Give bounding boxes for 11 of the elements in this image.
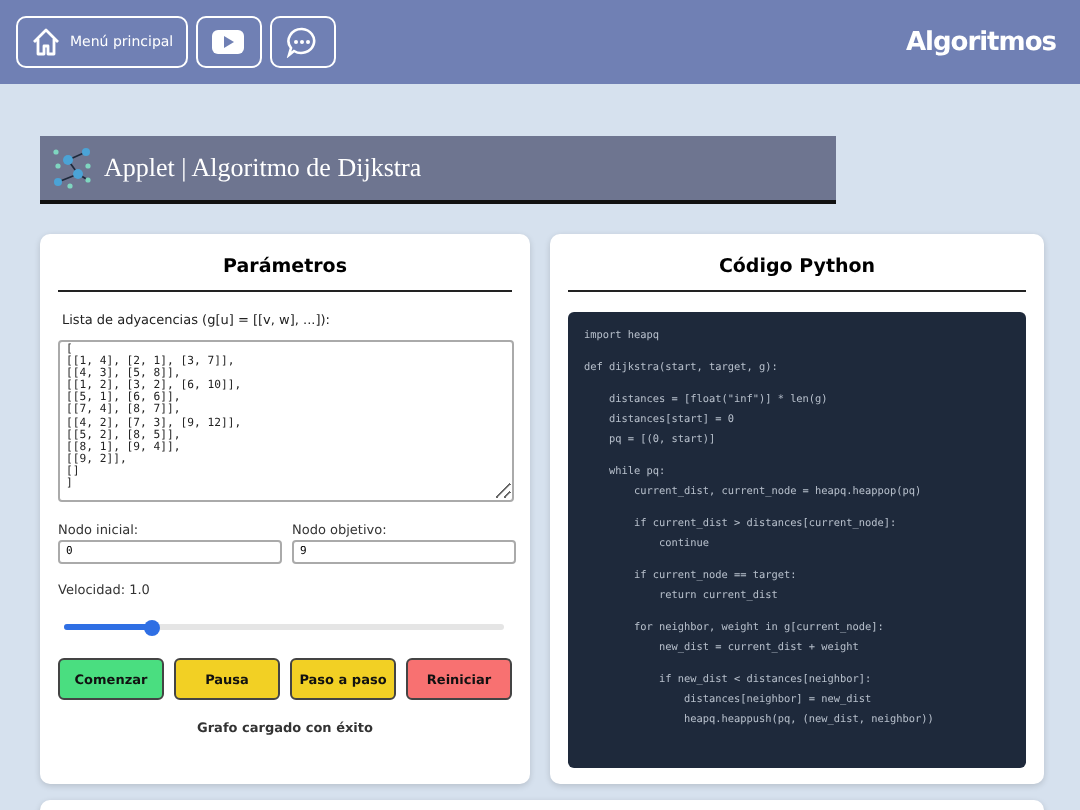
slider-thumb[interactable] <box>144 619 160 635</box>
play-icon <box>212 30 245 54</box>
chat-icon <box>286 26 319 58</box>
logo[interactable]: Algoritmos <box>905 27 1056 57</box>
home-icon <box>30 26 62 58</box>
page-title: Applet | Algoritmo de Dijkstra <box>104 152 422 184</box>
chat-button[interactable] <box>269 16 336 68</box>
video-button[interactable] <box>195 16 262 68</box>
graph-icon <box>50 146 94 190</box>
card-title: Código Python <box>568 250 1026 292</box>
card-title: Parámetros <box>58 250 512 292</box>
